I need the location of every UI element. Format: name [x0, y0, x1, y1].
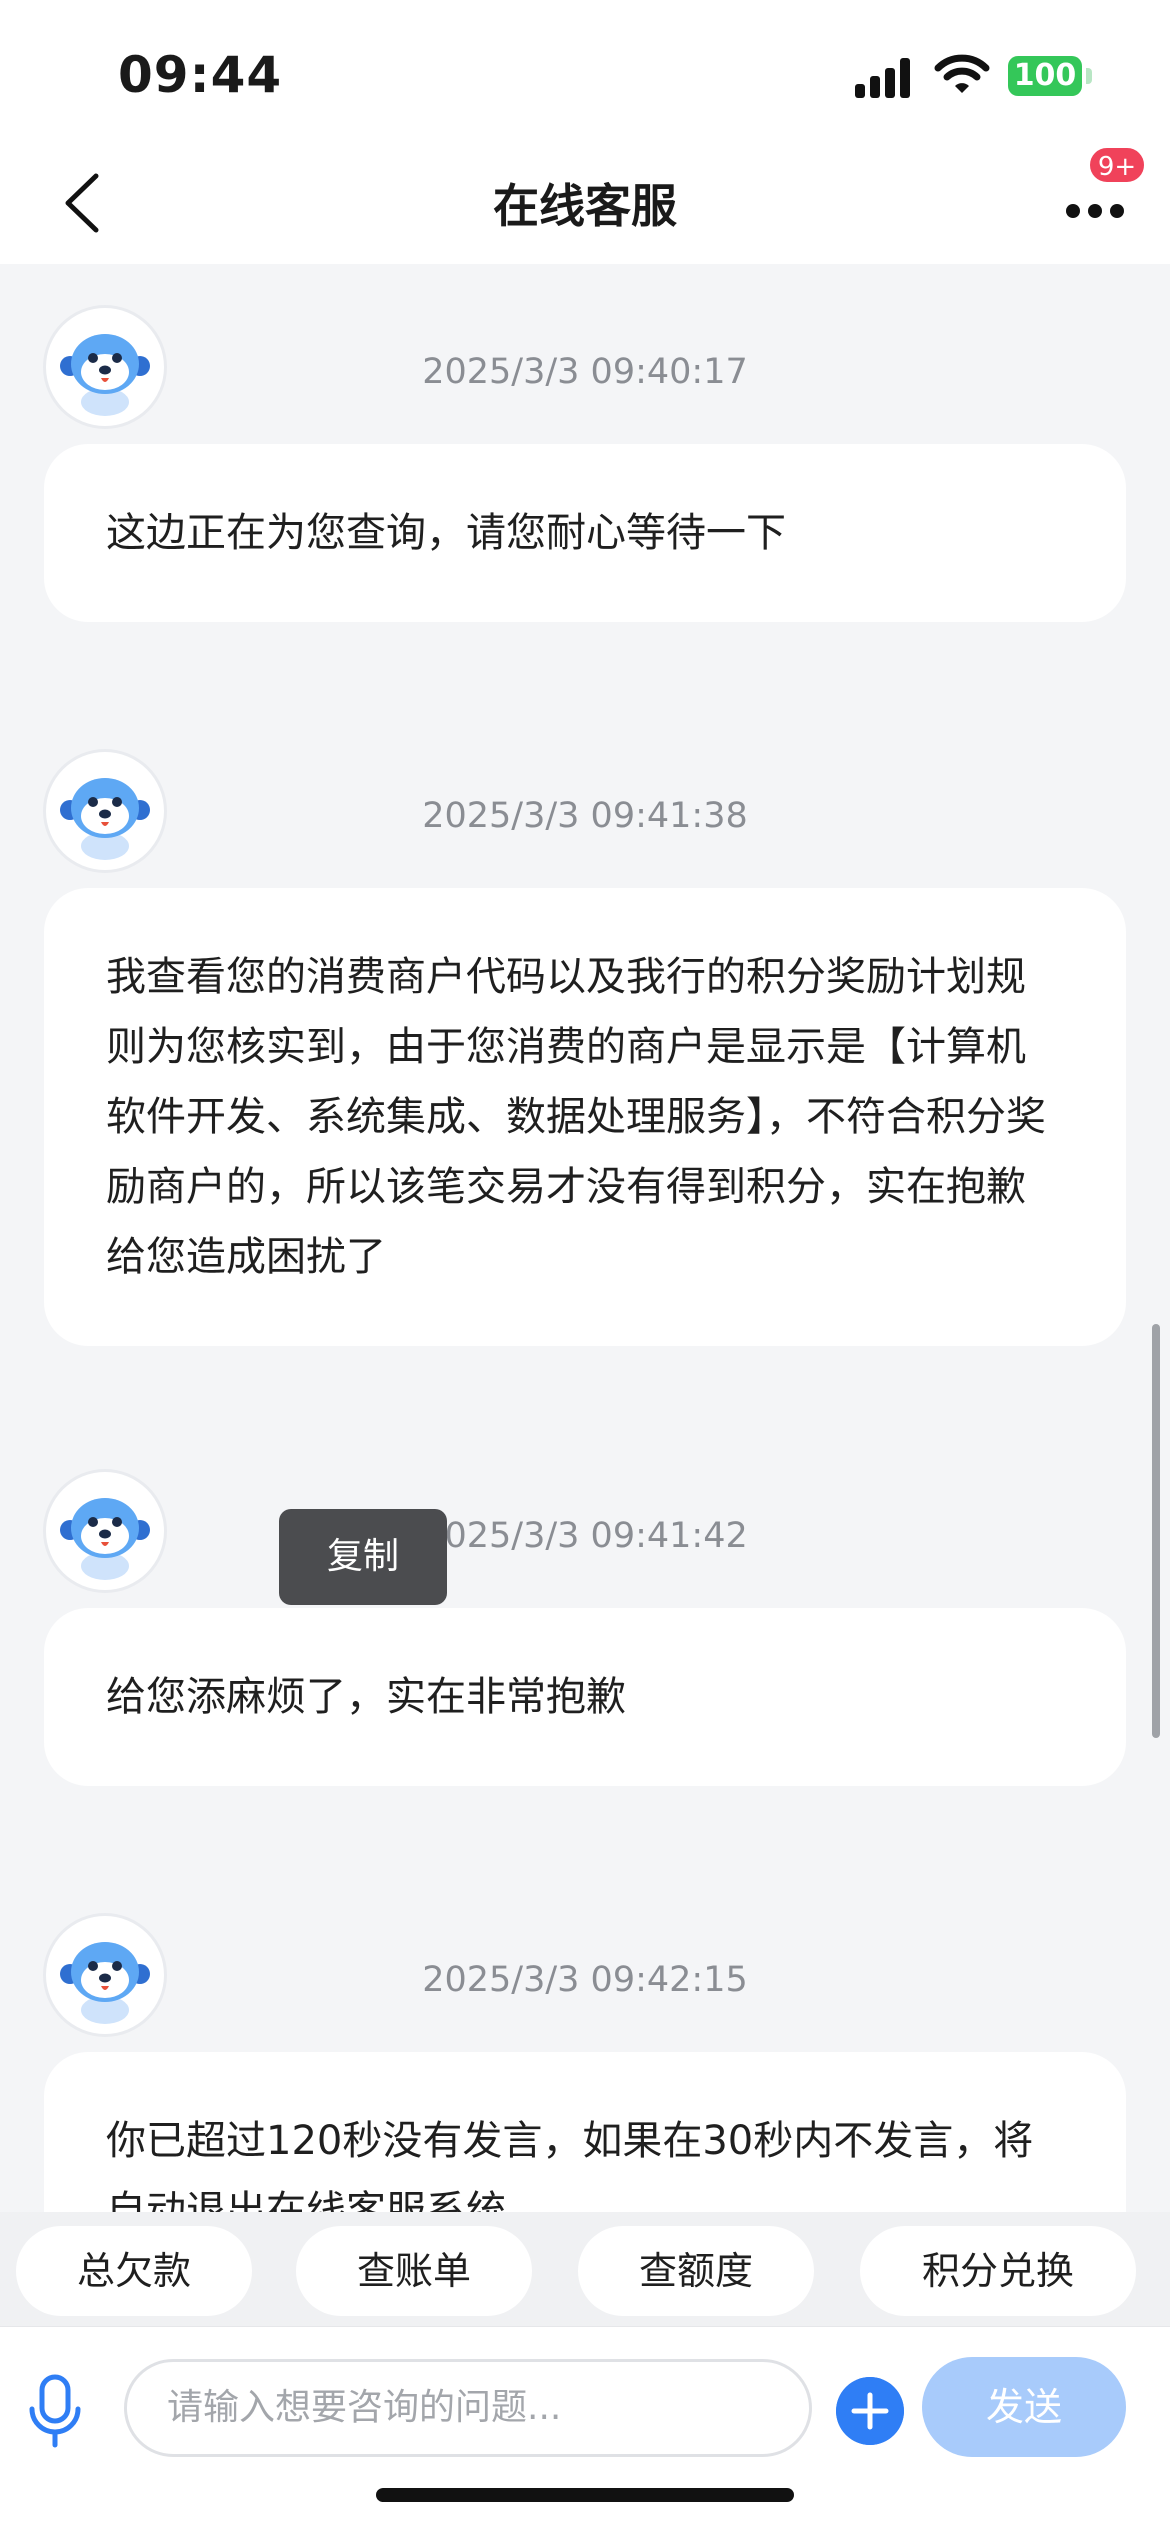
message-bubble[interactable]: 我查看您的消费商户代码以及我行的积分奖励计划规则为您核实到，由于您消费的商户是显… — [44, 888, 1126, 1346]
page-title: 在线客服 — [493, 179, 677, 233]
message-timestamp: 2025/3/3 09:41:38 — [422, 796, 748, 836]
quick-action-bill[interactable]: 查账单 — [296, 2226, 532, 2316]
message-timestamp: 2025/3/3 09:41:42 — [422, 1516, 748, 1556]
message-input[interactable]: 请输入想要咨询的问题... — [124, 2359, 812, 2457]
quick-actions-bar: 总欠款 查账单 查额度 积分兑换 — [0, 2212, 1170, 2326]
quick-action-total-debt[interactable]: 总欠款 — [16, 2226, 252, 2316]
wifi-icon — [934, 54, 990, 93]
send-button[interactable]: 发送 — [922, 2357, 1126, 2457]
chat-messages[interactable]: 2025/3/3 09:40:17 这边正在为您查询，请您耐心等待一下 2025… — [0, 264, 1170, 2212]
nav-bar: 在线客服 9+ — [0, 140, 1170, 264]
plus-circle-icon[interactable] — [836, 2377, 904, 2445]
message-bubble[interactable]: 你已超过120秒没有发言，如果在30秒内不发言，将自动退出在线客服系统 — [44, 2052, 1126, 2212]
message-timestamp: 2025/3/3 09:42:15 — [422, 1960, 748, 2000]
status-time: 09:44 — [118, 46, 283, 104]
message-timestamp: 2025/3/3 09:40:17 — [422, 352, 748, 392]
battery-cap — [1086, 68, 1092, 84]
message-bubble[interactable]: 给您添麻烦了，实在非常抱歉 — [44, 1608, 1126, 1786]
scrollbar[interactable] — [1152, 1324, 1160, 1738]
quick-action-points[interactable]: 积分兑换 — [860, 2226, 1136, 2316]
microphone-icon[interactable] — [24, 2373, 86, 2451]
message-bubble[interactable]: 这边正在为您查询，请您耐心等待一下 — [44, 444, 1126, 622]
cellular-signal-icon — [855, 58, 915, 98]
quick-action-limit[interactable]: 查额度 — [578, 2226, 814, 2316]
more-dots-icon[interactable] — [1060, 178, 1130, 238]
status-bar: 09:44 100 — [0, 0, 1170, 140]
notification-badge: 9+ — [1088, 146, 1146, 184]
battery-icon: 100 — [1008, 56, 1082, 96]
home-indicator[interactable] — [376, 2488, 794, 2502]
copy-button[interactable]: 复制 — [279, 1509, 447, 1605]
